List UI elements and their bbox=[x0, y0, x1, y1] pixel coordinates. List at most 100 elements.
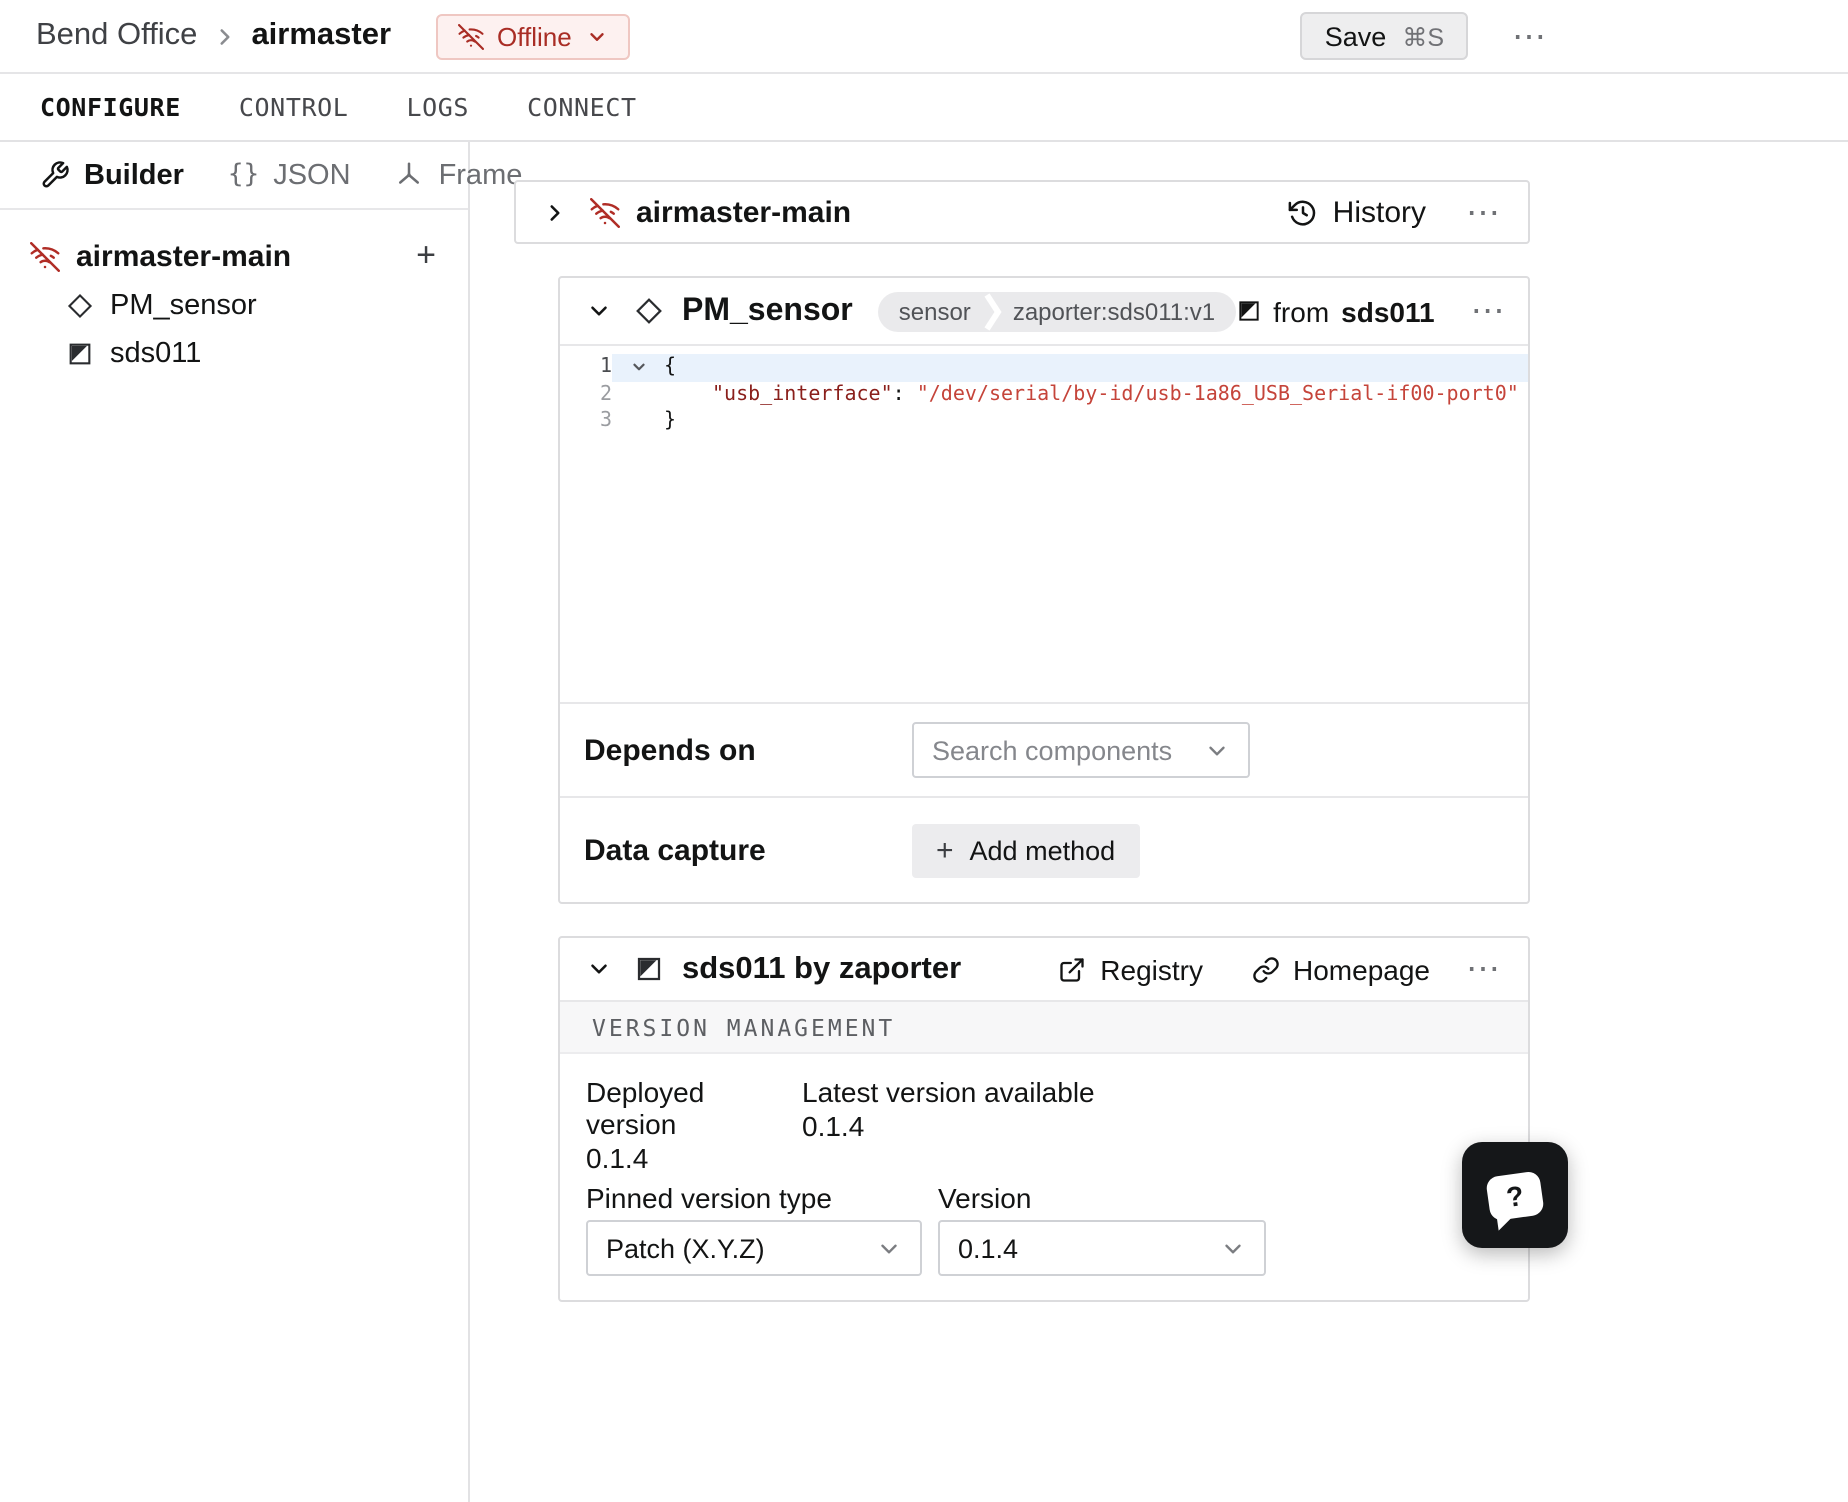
tree-child-label: sds011 bbox=[110, 338, 202, 370]
collapse-chevron-down-icon[interactable] bbox=[586, 956, 612, 982]
version-select[interactable]: 0.1.4 bbox=[938, 1220, 1266, 1276]
homepage-link[interactable]: Homepage bbox=[1251, 953, 1430, 985]
top-bar: Bend Office airmaster Offline Save ⌘S ⋯ bbox=[0, 0, 1848, 74]
save-button[interactable]: Save ⌘S bbox=[1300, 12, 1468, 60]
mode-json-label: JSON bbox=[273, 159, 351, 191]
collapse-chevron-down-icon[interactable] bbox=[586, 298, 612, 324]
fold-chevron-icon[interactable] bbox=[612, 354, 664, 381]
line-number: 1 bbox=[599, 356, 612, 378]
badge-chevron-divider-icon bbox=[985, 291, 1003, 331]
version-management-header: VERSION MANAGEMENT bbox=[560, 1002, 1528, 1054]
help-button[interactable]: ? bbox=[1462, 1142, 1568, 1248]
mode-builder[interactable]: Builder bbox=[40, 159, 184, 191]
depends-on-select[interactable]: Search components bbox=[912, 722, 1250, 778]
part-card-title: airmaster-main bbox=[636, 195, 852, 229]
external-link-icon bbox=[1058, 955, 1086, 983]
version-management-label: VERSION MANAGEMENT bbox=[592, 1013, 896, 1041]
plus-icon: + bbox=[936, 833, 954, 867]
attributes-code-editor[interactable]: 1 { 2 "usb_interface": "/dev/serial/by-i… bbox=[560, 346, 1528, 702]
history-clock-icon bbox=[1289, 197, 1319, 227]
content-area: Builder {} JSON Frame airmaster-main + P… bbox=[0, 142, 1848, 1502]
tools-icon bbox=[40, 160, 70, 190]
chevron-right-icon bbox=[211, 23, 237, 49]
breadcrumb-machine: airmaster bbox=[251, 18, 392, 52]
code-line: 3 } bbox=[560, 408, 1528, 435]
machine-part-tree: airmaster-main + PM_sensor sds011 bbox=[0, 210, 468, 378]
tree-child-label: PM_sensor bbox=[110, 290, 257, 322]
pinned-version-type-value: Patch (X.Y.Z) bbox=[606, 1233, 765, 1263]
module-card: sds011 by zaporter Registry Homepage ⋯ V… bbox=[558, 936, 1530, 1302]
model-badge: zaporter:sds011:v1 bbox=[1012, 297, 1216, 325]
line-number: 2 bbox=[599, 383, 612, 405]
tab-control[interactable]: CONTROL bbox=[239, 92, 349, 122]
component-menu-button[interactable]: ⋯ bbox=[1471, 294, 1507, 328]
link-icon bbox=[1251, 955, 1279, 983]
chevron-down-icon bbox=[1220, 1235, 1246, 1261]
component-diamond-icon bbox=[634, 296, 664, 326]
depends-on-placeholder: Search components bbox=[932, 735, 1173, 765]
from-module-link[interactable]: from sds011 bbox=[1235, 295, 1435, 327]
version-value: 0.1.4 bbox=[958, 1233, 1019, 1263]
tab-logs[interactable]: LOGS bbox=[406, 92, 469, 122]
machine-status-badge[interactable]: Offline bbox=[435, 13, 630, 59]
save-label: Save bbox=[1324, 21, 1387, 51]
version-management-body: Deployed version 0.1.4 Latest version av… bbox=[560, 1054, 1528, 1300]
type-badge: sensor bbox=[898, 297, 971, 325]
question-glyph: ? bbox=[1504, 1177, 1526, 1213]
tree-item-pm-sensor[interactable]: PM_sensor bbox=[0, 282, 468, 330]
line-number: 3 bbox=[599, 410, 612, 432]
component-card: PM_sensor sensor zaporter:sds011:v1 from bbox=[558, 276, 1530, 904]
overflow-menu-button[interactable]: ⋯ bbox=[1512, 19, 1548, 53]
data-capture-row: Data capture + Add method bbox=[560, 796, 1528, 902]
history-label: History bbox=[1332, 195, 1426, 229]
frame-axes-icon bbox=[395, 160, 425, 190]
braces-icon: {} bbox=[227, 160, 260, 190]
chevron-down-icon bbox=[876, 1235, 902, 1261]
tab-configure[interactable]: CONFIGURE bbox=[40, 92, 181, 122]
component-type-badges: sensor zaporter:sds011:v1 bbox=[878, 291, 1236, 331]
breadcrumb-location[interactable]: Bend Office bbox=[36, 18, 197, 54]
wifi-off-icon bbox=[457, 23, 484, 49]
expand-chevron-right-icon[interactable] bbox=[542, 199, 568, 225]
version-pinning-row: Pinned version type Patch (X.Y.Z) Versio… bbox=[586, 1182, 1500, 1276]
from-module-name: sds011 bbox=[1341, 295, 1435, 327]
history-button[interactable]: History bbox=[1289, 195, 1426, 229]
component-card-header: PM_sensor sensor zaporter:sds011:v1 from bbox=[560, 278, 1528, 346]
primary-tabbar: CONFIGURE CONTROL LOGS CONNECT bbox=[0, 74, 1848, 142]
depends-on-label: Depends on bbox=[584, 733, 756, 767]
tab-connect[interactable]: CONNECT bbox=[527, 92, 637, 122]
config-sidebar: Builder {} JSON Frame airmaster-main + P… bbox=[0, 142, 522, 1502]
add-method-button[interactable]: + Add method bbox=[912, 823, 1140, 877]
part-card-menu-button[interactable]: ⋯ bbox=[1466, 195, 1502, 229]
config-mode-tabs: Builder {} JSON Frame bbox=[0, 142, 522, 210]
latest-version-label: Latest version available bbox=[802, 1076, 1095, 1108]
chevron-down-icon bbox=[1204, 737, 1230, 763]
code-line: 2 "usb_interface": "/dev/serial/by-id/us… bbox=[560, 381, 1528, 408]
machine-part-card: airmaster-main History ⋯ bbox=[514, 180, 1530, 244]
question-bubble-icon: ? bbox=[1485, 1169, 1545, 1221]
mode-json[interactable]: {} JSON bbox=[228, 159, 351, 191]
app-window: Bend Office airmaster Offline Save ⌘S ⋯ … bbox=[0, 0, 1848, 1502]
status-label: Offline bbox=[497, 21, 572, 51]
chevron-down-icon bbox=[586, 25, 608, 47]
version-label: Version bbox=[938, 1182, 1032, 1214]
code-text: "usb_interface": "/dev/serial/by-id/usb-… bbox=[712, 383, 1519, 405]
registry-label: Registry bbox=[1100, 953, 1203, 985]
breadcrumb: Bend Office airmaster bbox=[36, 18, 391, 54]
component-title: PM_sensor bbox=[682, 293, 853, 327]
tree-root-label: airmaster-main bbox=[76, 239, 292, 273]
registry-link[interactable]: Registry bbox=[1058, 953, 1203, 985]
code-text: { bbox=[664, 356, 677, 378]
homepage-label: Homepage bbox=[1293, 953, 1430, 985]
wifi-off-icon bbox=[590, 197, 620, 227]
wifi-off-icon bbox=[30, 241, 60, 271]
add-component-button[interactable]: + bbox=[416, 236, 436, 276]
module-menu-button[interactable]: ⋯ bbox=[1466, 952, 1502, 986]
latest-version-value: 0.1.4 bbox=[802, 1110, 865, 1142]
module-icon bbox=[1235, 298, 1261, 324]
pinned-version-type-select[interactable]: Patch (X.Y.Z) bbox=[586, 1220, 922, 1276]
tree-item-main-part[interactable]: airmaster-main + bbox=[0, 230, 468, 282]
add-method-label: Add method bbox=[969, 835, 1116, 865]
module-icon bbox=[66, 340, 94, 368]
tree-item-sds011[interactable]: sds011 bbox=[0, 330, 468, 378]
